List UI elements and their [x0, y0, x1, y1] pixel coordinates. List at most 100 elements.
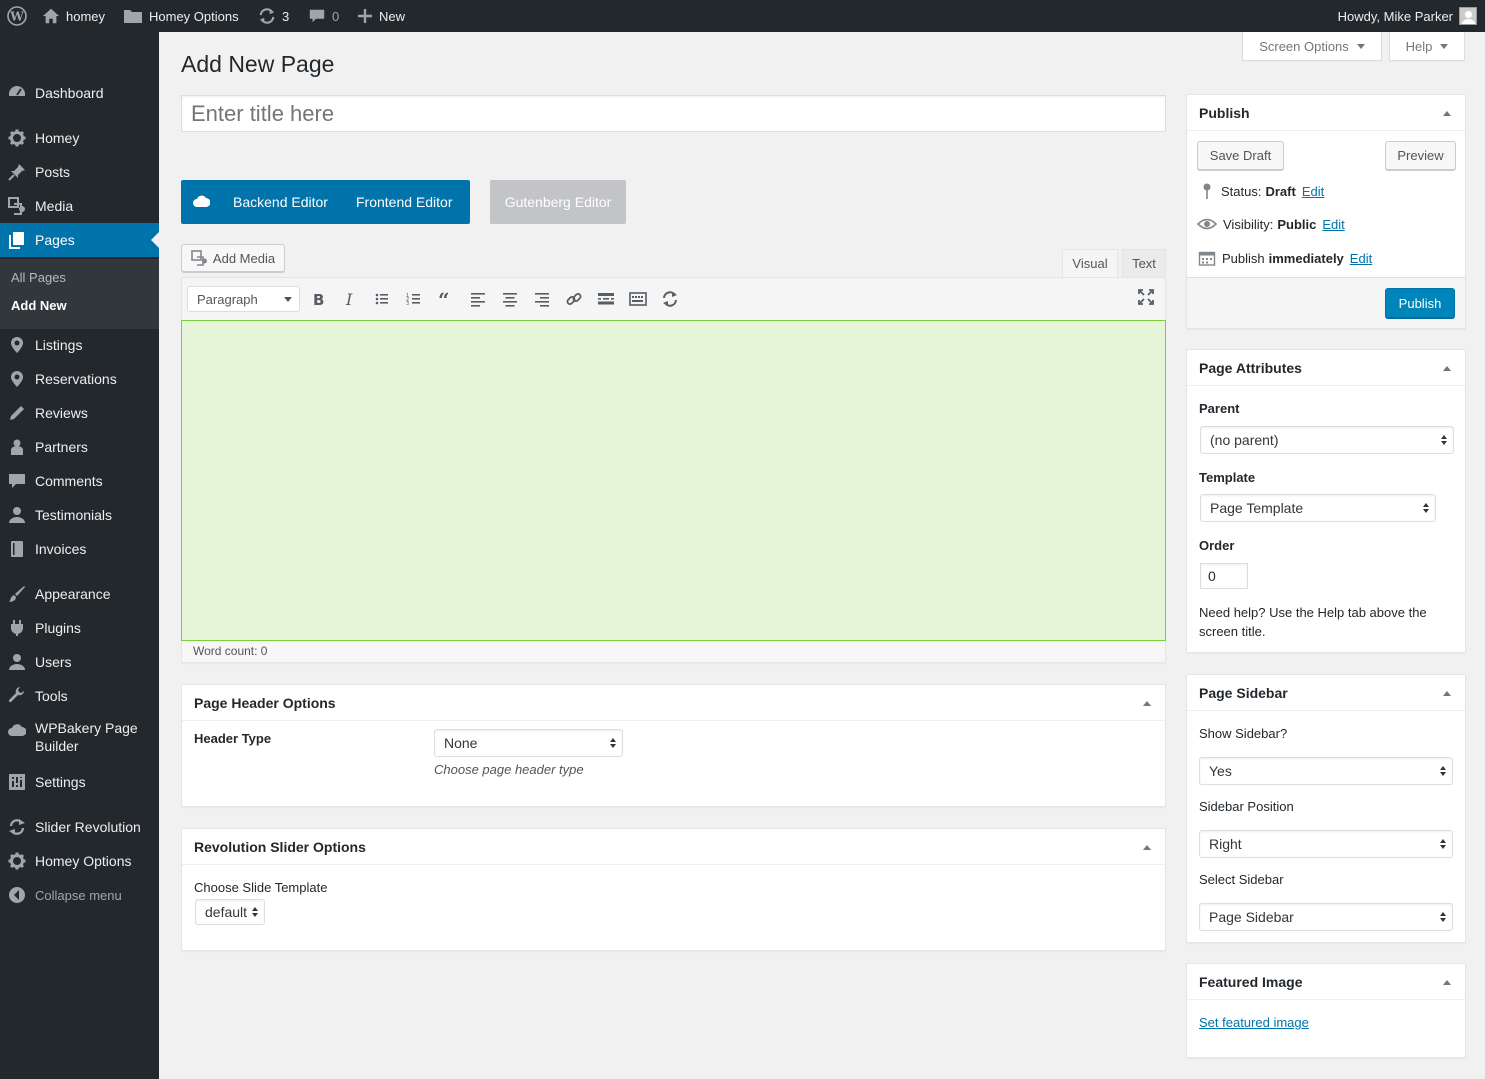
parent-select[interactable]: (no parent) — [1200, 426, 1454, 454]
submenu-all-pages[interactable]: All Pages — [11, 270, 66, 285]
svg-text:W: W — [9, 10, 24, 24]
bullet-list-icon[interactable] — [373, 290, 391, 308]
publish-button[interactable]: Publish — [1385, 288, 1455, 318]
blockquote-icon[interactable]: “ — [437, 290, 455, 308]
sidebar-item-reservations[interactable]: Reservations — [0, 362, 159, 396]
sidebar-item-homey[interactable]: Homey — [0, 121, 159, 155]
collapse-toggle-icon[interactable] — [1143, 701, 1151, 706]
site-name-link[interactable]: homey — [42, 0, 105, 32]
sidebar-item-users[interactable]: Users — [0, 645, 159, 679]
new-content-link[interactable]: New — [357, 0, 405, 32]
italic-icon[interactable]: I — [341, 290, 359, 308]
select-sidebar-select[interactable]: Page Sidebar — [1199, 903, 1453, 931]
help-button[interactable]: Help — [1389, 32, 1465, 61]
collapse-toggle-icon[interactable] — [1143, 845, 1151, 850]
refresh-icon[interactable] — [661, 290, 679, 308]
add-media-button[interactable]: Add Media — [181, 244, 285, 272]
featured-image-header[interactable]: Featured Image — [1187, 964, 1465, 1000]
sidebar-item-posts[interactable]: Posts — [0, 155, 159, 189]
featured-image-box: Featured Image Set featured image — [1186, 963, 1466, 1058]
sidebar-item-homey-options[interactable]: Homey Options — [0, 844, 159, 878]
preview-label: Preview — [1397, 148, 1444, 163]
sidebar-item-collapse-menu[interactable]: Collapse menu — [0, 878, 159, 912]
tab-visual[interactable]: Visual — [1062, 249, 1118, 277]
publish-actions: Publish — [1187, 277, 1465, 328]
wordpress-logo-icon[interactable]: W — [7, 0, 27, 32]
tab-text[interactable]: Text — [1122, 249, 1166, 277]
bold-icon[interactable]: B — [309, 290, 327, 308]
numbered-list-icon[interactable]: 123 — [405, 290, 423, 308]
publish-time-edit-link[interactable]: Edit — [1350, 251, 1372, 266]
slide-template-value: default — [205, 904, 248, 920]
format-select[interactable]: Paragraph — [187, 286, 300, 312]
sidebar-item-label: Media — [35, 198, 74, 214]
align-center-icon[interactable] — [501, 290, 519, 308]
collapse-toggle-icon[interactable] — [1443, 980, 1451, 985]
sidebar-item-label: WPBakery Page Builder — [35, 720, 138, 754]
link-icon[interactable] — [565, 290, 583, 308]
collapse-toggle-icon[interactable] — [1443, 111, 1451, 116]
screen-options-button[interactable]: Screen Options — [1242, 32, 1382, 61]
sidebar-item-tools[interactable]: Tools — [0, 679, 159, 713]
visibility-edit-link[interactable]: Edit — [1322, 217, 1344, 232]
sidebar-item-testimonials[interactable]: Testimonials — [0, 498, 159, 532]
current-menu-arrow — [151, 232, 159, 248]
preview-button[interactable]: Preview — [1385, 141, 1456, 170]
align-right-icon[interactable] — [533, 290, 551, 308]
cloud-icon — [8, 724, 26, 736]
sidebar-item-reviews[interactable]: Reviews — [0, 396, 159, 430]
sidebar-item-slider-revolution[interactable]: Slider Revolution — [0, 810, 159, 844]
submenu-add-new[interactable]: Add New — [11, 298, 67, 313]
revolution-slider-options-box: Revolution Slider Options Choose Slide T… — [181, 828, 1166, 951]
sidebar-item-dashboard[interactable]: Dashboard — [0, 76, 159, 110]
sidebar-item-settings[interactable]: Settings — [0, 765, 159, 799]
gutenberg-editor-button[interactable]: Gutenberg Editor — [490, 180, 626, 224]
sidebar-item-label: Appearance — [35, 586, 111, 602]
backend-editor-button[interactable]: Backend Editor — [233, 194, 328, 210]
page-attributes-header[interactable]: Page Attributes — [1187, 350, 1465, 386]
template-select[interactable]: Page Template — [1200, 494, 1436, 522]
header-type-select[interactable]: None — [434, 729, 623, 757]
revolution-slider-options-header[interactable]: Revolution Slider Options — [182, 829, 1165, 865]
publish-header[interactable]: Publish — [1187, 95, 1465, 131]
select-arrows-icon — [1441, 435, 1448, 445]
save-draft-button[interactable]: Save Draft — [1197, 141, 1284, 170]
plus-icon — [358, 9, 372, 23]
order-input[interactable]: 0 — [1200, 563, 1248, 589]
sidebar-item-invoices[interactable]: Invoices — [0, 532, 159, 566]
word-count: Word count: 0 — [193, 644, 268, 658]
sidebar-item-pages[interactable]: Pages — [0, 223, 159, 257]
sidebar-item-appearance[interactable]: Appearance — [0, 577, 159, 611]
slide-template-select[interactable]: default — [195, 899, 265, 925]
sidebar-item-media[interactable]: Media — [0, 189, 159, 223]
toolbar-toggle-icon[interactable] — [629, 290, 647, 308]
select-arrows-icon — [252, 907, 259, 917]
sidebar-item-wpbakery-page-builder[interactable]: WPBakery Page Builder — [0, 713, 159, 765]
sidebar-item-listings[interactable]: Listings — [0, 328, 159, 362]
collapse-toggle-icon[interactable] — [1443, 691, 1451, 696]
show-sidebar-select[interactable]: Yes — [1199, 757, 1453, 785]
sidebar-item-plugins[interactable]: Plugins — [0, 611, 159, 645]
my-account[interactable]: Howdy, Mike Parker — [1338, 0, 1477, 32]
sidebar-item-partners[interactable]: Partners — [0, 430, 159, 464]
page-header-options-header[interactable]: Page Header Options — [182, 685, 1165, 721]
collapse-toggle-icon[interactable] — [1443, 366, 1451, 371]
sidebar-item-comments[interactable]: Comments — [0, 464, 159, 498]
page-sidebar-header[interactable]: Page Sidebar — [1187, 675, 1465, 711]
set-featured-image-link[interactable]: Set featured image — [1199, 1015, 1309, 1030]
pages-icon — [9, 232, 24, 249]
select-arrows-icon — [610, 738, 617, 748]
frontend-editor-button[interactable]: Frontend Editor — [356, 194, 453, 210]
read-more-icon[interactable] — [597, 290, 615, 308]
calendar-icon — [1198, 251, 1216, 266]
comments-link[interactable]: 0 — [308, 0, 339, 32]
sidebar-item-label: Tools — [35, 688, 68, 704]
align-left-icon[interactable] — [469, 290, 487, 308]
homey-options-link[interactable]: Homey Options — [123, 0, 239, 32]
title-input[interactable] — [181, 95, 1166, 132]
status-edit-link[interactable]: Edit — [1302, 184, 1324, 199]
sidebar-position-select[interactable]: Right — [1199, 830, 1453, 858]
fullscreen-icon[interactable] — [1137, 288, 1155, 306]
editor-content-area[interactable] — [181, 320, 1166, 641]
updates-link[interactable]: 3 — [258, 0, 289, 32]
